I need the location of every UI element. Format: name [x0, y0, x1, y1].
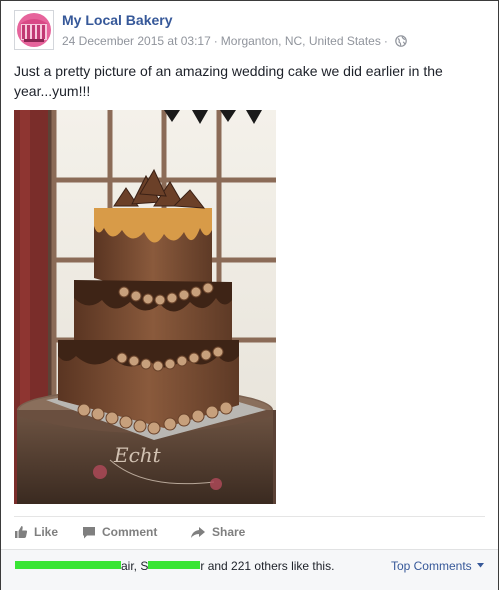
top-comments-dropdown[interactable]: Top Comments: [391, 559, 484, 573]
page-name-link[interactable]: My Local Bakery: [62, 12, 173, 28]
comment-button[interactable]: Comment: [82, 516, 157, 548]
redacted-name-2: [148, 561, 201, 569]
cake-photo[interactable]: Echt: [14, 110, 276, 504]
like-label: Like: [34, 525, 59, 539]
share-label: Share: [212, 525, 246, 539]
post-header: My Local Bakery 24 December 2015 at 03:1…: [14, 9, 484, 51]
comment-bubble-icon: [83, 526, 95, 538]
post-date-link[interactable]: 24 December 2015 at 03:17: [62, 34, 211, 48]
post-location-link[interactable]: Morganton, NC, United States: [221, 34, 381, 48]
post-actions: Like Comment Share: [14, 516, 484, 548]
photo-watermark: Echt: [113, 443, 162, 467]
share-button[interactable]: Share: [190, 516, 245, 548]
comment-label: Comment: [102, 525, 158, 539]
meta-separator: ·: [213, 34, 218, 48]
post-message: Just a pretty picture of an amazing wedd…: [14, 63, 443, 99]
wedding-cake-image: Echt: [14, 110, 276, 504]
likes-name-fragment-2: r and 221 others like this.: [200, 559, 335, 573]
likes-summary-bar: air, S r and 221 others like this. Top Co…: [1, 549, 498, 590]
globe-icon[interactable]: [395, 35, 407, 50]
caret-down-icon: [477, 563, 484, 568]
meta-separator-2: ·: [383, 34, 388, 48]
post-meta: 24 December 2015 at 03:17 · Morganton, NC,…: [62, 34, 407, 50]
top-comments-label: Top Comments: [390, 559, 472, 573]
likes-summary[interactable]: air, S r and 221 others like this.: [15, 559, 334, 573]
page-avatar[interactable]: [14, 10, 54, 50]
redacted-name-1: [15, 561, 121, 569]
like-button[interactable]: Like: [14, 516, 58, 548]
likes-name-fragment-1: air, S: [121, 559, 149, 573]
bakery-logo-icon: [15, 11, 53, 49]
thumbs-up-icon: [15, 526, 28, 538]
share-arrow-icon: [191, 526, 205, 538]
